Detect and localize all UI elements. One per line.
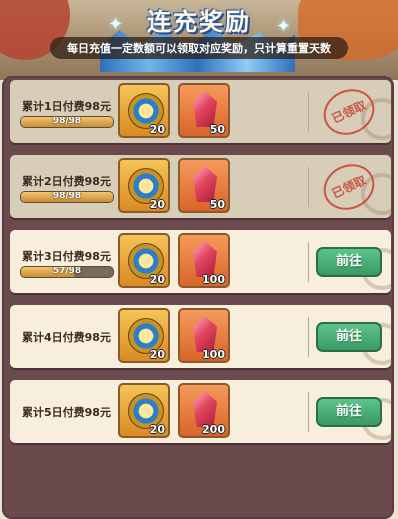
progress-bar: 98/98 (20, 116, 114, 128)
progress-bar: 98/98 (20, 191, 114, 203)
progress-text: 57/98 (52, 266, 82, 276)
go-button[interactable]: 前往 (316, 397, 382, 427)
reward-item-medal[interactable]: 20 (118, 233, 170, 288)
reward-item-gem[interactable]: 100 (178, 233, 230, 288)
reward-item-gem[interactable]: 200 (178, 383, 230, 438)
row-requirement-label: 累计4日付费98元 (22, 331, 111, 344)
reward-item-gem[interactable]: 50 (178, 158, 230, 213)
red-gem-icon (193, 316, 217, 352)
item-count: 50 (209, 123, 225, 136)
go-button[interactable]: 前往 (316, 322, 382, 352)
item-count: 20 (149, 273, 165, 286)
divider (308, 317, 309, 357)
row-requirement-label: 累计3日付费98元 (22, 250, 111, 263)
reward-item-medal[interactable]: 20 (118, 308, 170, 363)
progress-text: 98/98 (52, 191, 82, 201)
reward-item-medal[interactable]: 20 (118, 158, 170, 213)
progress-text: 98/98 (52, 116, 82, 126)
reward-item-gem[interactable]: 50 (178, 83, 230, 138)
row-requirement-label: 累计2日付费98元 (22, 175, 111, 188)
reward-item-medal[interactable]: 20 (118, 383, 170, 438)
item-count: 20 (149, 123, 165, 136)
red-gem-icon (193, 91, 217, 127)
reward-row-day-2: 累计2日付费98元 98/98 20 50 已领取 (10, 155, 391, 218)
reward-item-gem[interactable]: 100 (178, 308, 230, 363)
item-count: 200 (202, 423, 225, 436)
reward-row-day-4: 累计4日付费98元 20 100 前往 (10, 305, 391, 368)
reward-row-day-3: 累计3日付费98元 57/98 20 100 前往 (10, 230, 391, 293)
item-count: 20 (149, 348, 165, 361)
reward-row-day-5: 累计5日付费98元 20 200 前往 (10, 380, 391, 443)
red-gem-icon (193, 241, 217, 277)
divider (308, 92, 309, 132)
divider (308, 167, 309, 207)
divider (308, 392, 309, 432)
page-subtitle: 每日充值一定数额可以领取对应奖励，只计算重置天数 (67, 42, 331, 55)
item-count: 20 (149, 198, 165, 211)
reward-item-medal[interactable]: 20 (118, 83, 170, 138)
red-gem-icon (193, 166, 217, 202)
reward-list-panel: 累计1日付费98元 98/98 20 50 已领取 累计2日付费98元 98/9… (2, 76, 394, 519)
reward-row-day-1: 累计1日付费98元 98/98 20 50 已领取 (10, 80, 391, 143)
item-count: 20 (149, 423, 165, 436)
go-button[interactable]: 前往 (316, 247, 382, 277)
item-count: 100 (202, 348, 225, 361)
item-count: 100 (202, 273, 225, 286)
progress-bar: 57/98 (20, 266, 114, 278)
red-gem-icon (193, 391, 217, 427)
row-requirement-label: 累计5日付费98元 (22, 406, 111, 419)
event-banner: ✦ ✦ 连充奖励 每日充值一定数额可以领取对应奖励，只计算重置天数 (0, 0, 398, 80)
item-count: 50 (209, 198, 225, 211)
divider (308, 242, 309, 282)
row-requirement-label: 累计1日付费98元 (22, 100, 111, 113)
page-title: 连充奖励 (147, 9, 251, 36)
